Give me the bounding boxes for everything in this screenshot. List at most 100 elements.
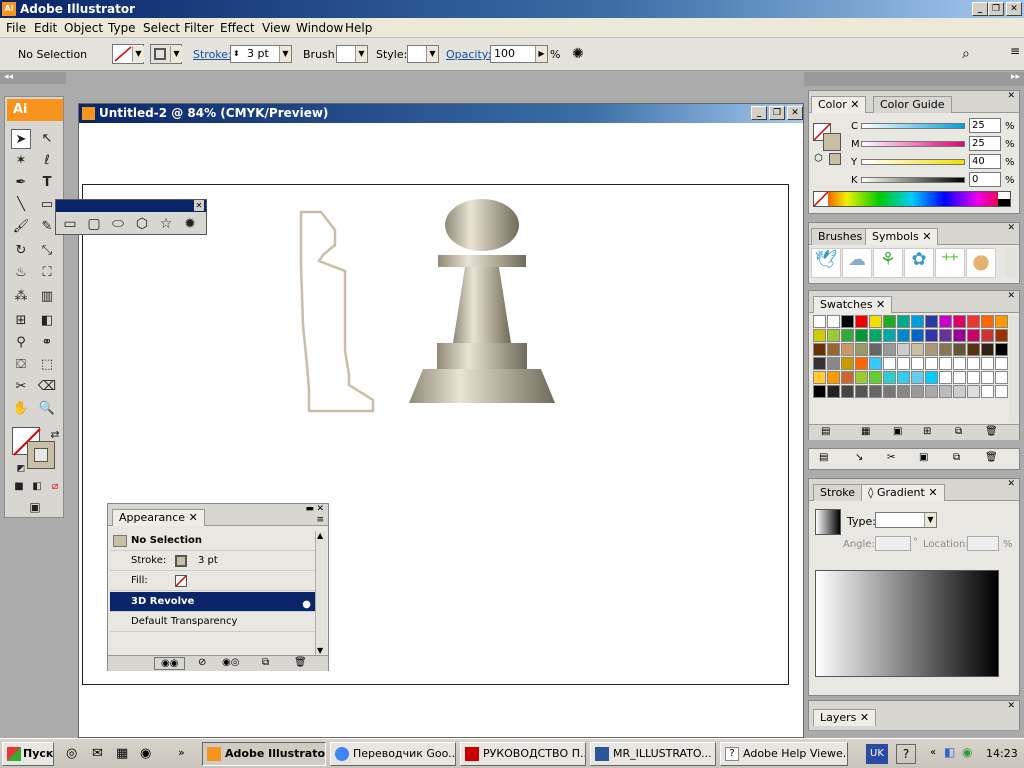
swatch[interactable] [953, 343, 966, 356]
swatch[interactable] [911, 343, 924, 356]
symbol-blue-flower-icon[interactable]: ✿ [904, 248, 934, 278]
tab-swatches[interactable]: Swatches ✕ [813, 296, 893, 313]
symbols-scrollbar[interactable] [1005, 248, 1017, 278]
swatch[interactable] [925, 385, 938, 398]
symbols-panel-close-icon[interactable]: ✕ [1007, 223, 1015, 233]
swatch[interactable] [883, 315, 896, 328]
swatch[interactable] [827, 315, 840, 328]
swatch[interactable] [827, 329, 840, 342]
color-spectrum[interactable] [813, 191, 1011, 207]
menu-view[interactable]: View [262, 21, 290, 35]
rectangle-icon[interactable]: ▭ [60, 214, 80, 234]
channel-k-field[interactable]: 0 [969, 172, 1001, 187]
taskbar-translator[interactable]: Переводчик Goo... [330, 742, 456, 766]
swatch[interactable] [855, 315, 868, 328]
swatch[interactable] [813, 385, 826, 398]
tab-close-icon[interactable]: ✕ [189, 511, 198, 524]
stroke-weight-field[interactable]: ⬍ 3 pt ▼ [230, 45, 292, 63]
opacity-dropdown-icon[interactable]: ▶ [535, 46, 547, 62]
appearance-header-row[interactable]: No Selection [110, 531, 315, 551]
minimize-icon[interactable]: _ [972, 2, 988, 16]
doc-minimize-icon[interactable]: _ [751, 106, 767, 120]
channel-c-field[interactable]: 25 [969, 118, 1001, 133]
appearance-stroke-row[interactable]: Stroke: 3 pt [110, 551, 315, 571]
none-mode-icon[interactable]: ⧄ [45, 477, 65, 497]
swatch[interactable] [827, 357, 840, 370]
layers-panel-close-icon[interactable]: ✕ [1007, 701, 1015, 711]
swatch-options-icon[interactable]: ▣ [893, 426, 902, 437]
swatch[interactable] [967, 329, 980, 342]
channel-m-field[interactable]: 25 [969, 136, 1001, 151]
swatch[interactable] [995, 371, 1008, 384]
menu-object[interactable]: Object [64, 21, 103, 35]
style-dropdown-icon[interactable]: ▼ [426, 46, 438, 62]
swatch[interactable] [841, 329, 854, 342]
swatch[interactable] [813, 343, 826, 356]
line-tool-icon[interactable]: ╲ [11, 195, 31, 215]
pencil-tool-icon[interactable]: ✎ [37, 217, 57, 237]
recolor-icon[interactable]: ✺ [572, 46, 584, 62]
ellipse-icon[interactable]: ⬭ [108, 214, 128, 234]
swatch[interactable] [897, 371, 910, 384]
new-color-group-icon[interactable]: ⊞ [923, 426, 931, 437]
swatches-scrollbar[interactable] [1009, 315, 1019, 423]
rotate-tool-icon[interactable]: ↻ [11, 241, 31, 261]
swatch[interactable] [869, 385, 882, 398]
gradient-location-field[interactable] [967, 536, 999, 551]
channel-y-slider[interactable] [861, 159, 965, 165]
swatch[interactable] [841, 357, 854, 370]
swatch[interactable] [897, 357, 910, 370]
live-paint-selection-tool-icon[interactable]: ⬚ [37, 355, 57, 375]
paintbrush-tool-icon[interactable]: 🖌 [11, 217, 31, 237]
delete-item-icon[interactable]: 🗑 [294, 657, 307, 668]
panel-options-icon[interactable]: ≡ [316, 515, 324, 525]
delete-symbol-icon[interactable]: 🗑 [985, 452, 998, 463]
slice-tool-icon[interactable]: ✂ [11, 377, 31, 397]
break-link-icon[interactable]: ✂ [887, 452, 895, 463]
eraser-tool-icon[interactable]: ⌫ [37, 377, 57, 397]
color-stroke-swatch[interactable] [823, 133, 841, 151]
swatch[interactable] [827, 385, 840, 398]
quicklaunch-ie-icon[interactable]: ◎ [66, 746, 77, 761]
swatch[interactable] [981, 315, 994, 328]
taskbar-word[interactable]: MR_ILLUSTRATO... [590, 742, 716, 766]
new-symbol-icon[interactable]: ⧉ [953, 452, 960, 463]
star-icon[interactable]: ☆ [156, 214, 176, 234]
brush-definition[interactable]: ▼ [336, 45, 368, 63]
gradient-type-dropdown-icon[interactable]: ▼ [924, 513, 936, 527]
swatch[interactable] [939, 357, 952, 370]
swatch-grid[interactable] [813, 315, 1009, 423]
quicklaunch-app-icon[interactable]: ▦ [116, 746, 128, 761]
symbol-sprayer-tool-icon[interactable]: ⁂ [11, 287, 31, 307]
rectangle-tool-icon[interactable]: ▭ [37, 195, 57, 215]
network-tray-icon[interactable]: ◧ [944, 745, 955, 759]
language-indicator[interactable]: UK [866, 744, 888, 764]
swatch[interactable] [953, 315, 966, 328]
warp-tool-icon[interactable]: ♨ [11, 263, 31, 283]
gradient-slider-preview[interactable] [815, 570, 999, 677]
screen-mode-icon[interactable]: ▣ [25, 497, 45, 517]
appearance-transparency-row[interactable]: Default Transparency [110, 612, 315, 632]
swatch[interactable] [911, 357, 924, 370]
brush-library-icon[interactable]: ▤ [819, 452, 828, 463]
channel-m-slider[interactable] [861, 141, 965, 147]
channel-c-slider[interactable] [861, 123, 965, 129]
gradient-type-select[interactable]: ▼ [875, 512, 937, 528]
symbol-bird-icon[interactable]: 🕊 [811, 248, 841, 278]
close-icon[interactable]: ✕ [1006, 2, 1022, 16]
symbol-grass-icon[interactable]: ⺿ [935, 248, 965, 278]
swatch[interactable] [953, 329, 966, 342]
opacity-field[interactable]: 100 ▶ [490, 45, 548, 63]
swatch[interactable] [911, 385, 924, 398]
mesh-tool-icon[interactable]: ⊞ [11, 311, 31, 331]
swatch[interactable] [995, 329, 1008, 342]
tray-expand-icon[interactable]: « [930, 747, 936, 758]
swatch[interactable] [813, 329, 826, 342]
reduce-basic-icon[interactable]: ◉◎ [222, 657, 239, 668]
tab-symbols[interactable]: Symbols ✕ [865, 228, 939, 245]
hand-tool-icon[interactable]: ✋ [11, 399, 31, 419]
swatch[interactable] [855, 329, 868, 342]
free-transform-tool-icon[interactable]: ⛶ [37, 263, 57, 283]
swatch[interactable] [953, 357, 966, 370]
gradient-tool-icon[interactable]: ◧ [37, 311, 57, 331]
